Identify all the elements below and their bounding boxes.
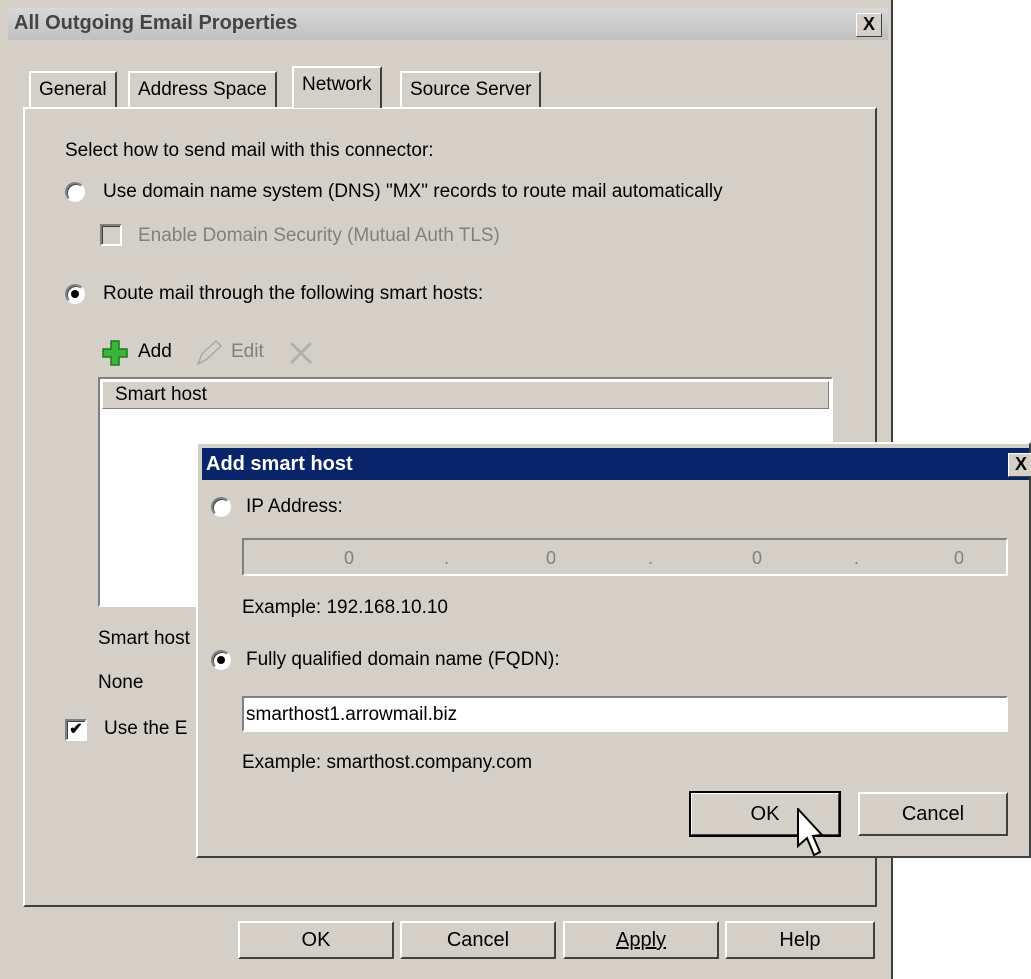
dialog-title: All Outgoing Email Properties (14, 12, 298, 34)
ip-octet-3: 0 (752, 548, 763, 568)
ip-address-radio[interactable] (211, 497, 231, 517)
ip-dot: . (648, 548, 654, 568)
tab-general[interactable]: General (29, 71, 117, 107)
help-button[interactable]: Help (725, 921, 875, 959)
cancel-button[interactable]: Cancel (858, 792, 1008, 836)
connector-prompt: Select how to send mail with this connec… (65, 140, 434, 161)
tab-source-server[interactable]: Source Server (400, 71, 542, 107)
domain-security-label: Enable Domain Security (Mutual Auth TLS) (138, 225, 500, 246)
auth-value: None (98, 672, 144, 693)
fqdn-label[interactable]: Fully qualified domain name (FQDN): (246, 649, 560, 671)
auth-label: Smart host (98, 628, 190, 649)
smarthost-radio[interactable] (65, 284, 85, 304)
add-icon (102, 340, 128, 366)
fqdn-radio[interactable] (211, 650, 231, 670)
dns-radio-label[interactable]: Use domain name system (DNS) "MX" record… (103, 181, 723, 203)
ip-octet-2: 0 (546, 548, 557, 568)
ip-address-field[interactable]: 0 . 0 . 0 . 0 (242, 538, 1008, 576)
smarthost-radio-label[interactable]: Route mail through the following smart h… (103, 283, 483, 305)
tab-network[interactable]: Network (292, 66, 382, 108)
ip-example: Example: 192.168.10.10 (242, 597, 448, 618)
dns-radio[interactable] (65, 182, 85, 202)
edit-icon (194, 338, 226, 374)
domain-security-checkbox[interactable] (100, 224, 122, 246)
cancel-button[interactable]: Cancel (400, 921, 556, 959)
ip-octet-1: 0 (344, 548, 355, 568)
edit-label: Edit (231, 341, 264, 362)
fqdn-value: smarthost1.arrowmail.biz (246, 704, 458, 725)
close-button[interactable]: X (856, 13, 882, 37)
smart-host-column-header[interactable]: Smart host (102, 381, 829, 409)
radio-selected-dot (217, 656, 225, 664)
ip-octet-4: 0 (954, 548, 965, 568)
fqdn-input[interactable]: smarthost1.arrowmail.biz (242, 696, 1008, 732)
use-the-checkbox-label[interactable]: Use the E (104, 718, 187, 740)
mouse-cursor-icon (797, 808, 823, 857)
add-label[interactable]: Add (138, 341, 172, 363)
close-button[interactable]: X (1008, 453, 1031, 477)
fqdn-example: Example: smarthost.company.com (242, 752, 533, 773)
tab-address-space[interactable]: Address Space (128, 71, 277, 107)
title-bar: Add smart host X (202, 448, 1031, 480)
add-smart-host-dialog: Add smart host X IP Address: 0 . 0 . 0 .… (196, 442, 1031, 858)
title-bar: All Outgoing Email Properties X (8, 8, 888, 40)
column-header-label: Smart host (115, 384, 207, 405)
radio-selected-dot (71, 290, 79, 298)
ok-button[interactable]: OK (238, 921, 394, 959)
use-the-checkbox[interactable]: ✔ (65, 719, 87, 741)
dialog-title: Add smart host (206, 453, 353, 475)
ip-dot: . (444, 548, 450, 568)
ip-dot: . (854, 548, 860, 568)
ip-address-label[interactable]: IP Address: (246, 496, 343, 518)
remove-icon (286, 338, 316, 374)
add-toolbar-button[interactable] (100, 338, 134, 368)
apply-button[interactable]: Apply (563, 921, 719, 959)
